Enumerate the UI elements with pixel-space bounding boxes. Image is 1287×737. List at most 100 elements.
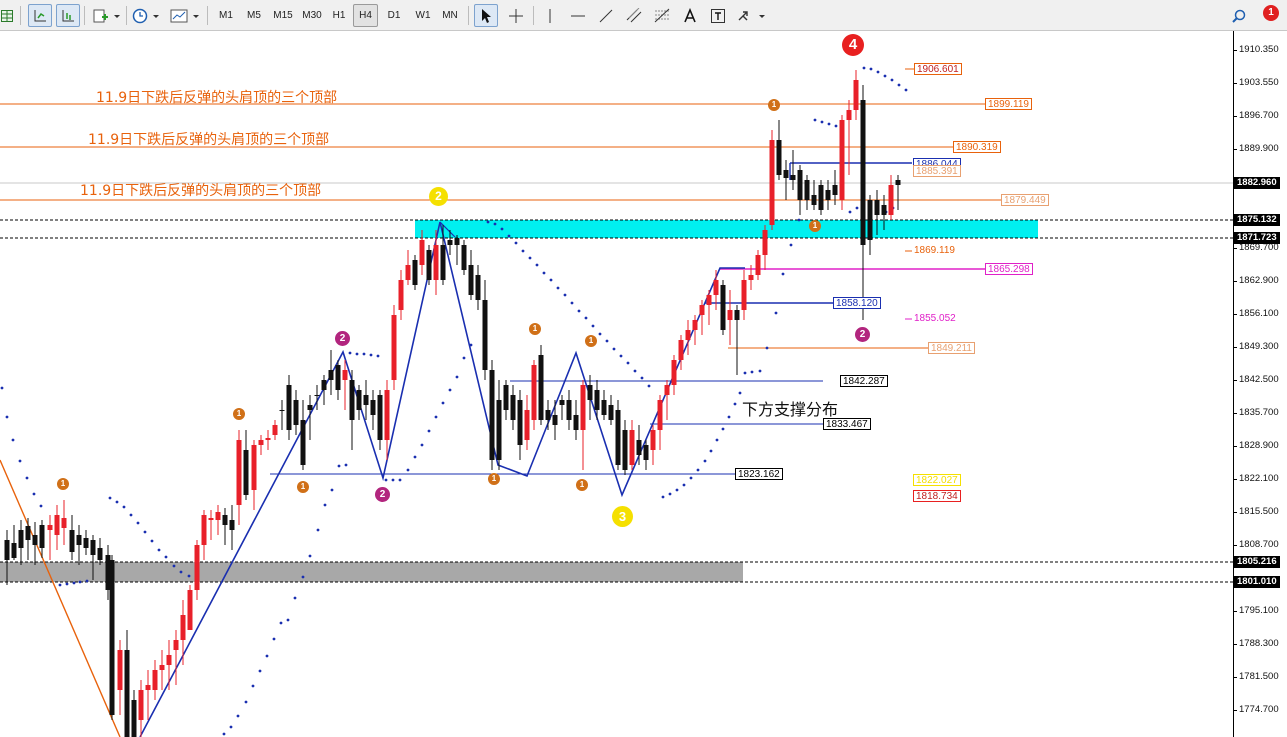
timeframe-m30-button[interactable]: M30 [298,4,326,27]
candle-body [713,280,719,295]
candle-body [573,415,579,430]
candle-body [587,385,593,400]
candle-body [545,410,551,420]
price-label-1823[interactable]: 1823.162 [735,468,783,480]
price-label-1858[interactable]: 1858.120 [833,297,881,309]
candle-body [293,400,299,425]
candle-body [272,425,278,435]
candle-body [405,265,411,280]
candle-body [447,240,453,245]
candle-body [566,400,572,420]
price-chart[interactable]: 11.9日下跌后反弹的头肩顶的三个顶部 11.9日下跌后反弹的头肩顶的三个顶部 … [0,31,1287,737]
fibonacci-icon[interactable] [650,4,674,27]
hs-top-label-3: 11.9日下跌后反弹的头肩顶的三个顶部 [80,183,322,199]
price-label-1865[interactable]: 1865.298 [985,263,1033,275]
candle-body [109,560,115,715]
autoscroll-icon[interactable] [56,4,80,27]
equidistant-channel-icon[interactable] [622,4,646,27]
templates-icon[interactable] [168,4,202,27]
candle-body [335,365,341,390]
timeframe-m15-button[interactable]: M15 [269,4,297,27]
price-label-1869[interactable]: 1869.119 [912,245,957,257]
price-label-1822[interactable]: 1822.027 [913,474,961,486]
text-tool-icon[interactable] [678,4,702,27]
candle-body [328,370,334,380]
price-axis-tick: 1795.100 [1239,605,1279,616]
cursor-arrow-icon[interactable] [474,4,498,27]
timeframe-d1-button[interactable]: D1 [382,4,406,27]
price-label-1899[interactable]: 1899.119 [985,98,1032,110]
candle-body [398,280,404,310]
candle-body [503,385,509,410]
candle-body [32,535,38,545]
candle-body [307,405,313,410]
timeframe-h1-button[interactable]: H1 [327,4,351,27]
vertical-line-icon[interactable] [538,4,562,27]
price-label-1842[interactable]: 1842.287 [840,375,888,387]
crosshair-icon[interactable] [504,4,528,27]
candle-body [741,280,747,310]
price-axis-tick: 1781.500 [1239,671,1279,682]
candle-body [54,515,60,535]
candle-body [412,260,418,285]
candle-body [615,410,621,465]
price-label-1818[interactable]: 1818.734 [913,490,961,502]
candle-body [818,185,824,210]
arrows-icon[interactable] [734,4,768,27]
candle-body [496,400,502,460]
price-axis-tick-mark [1233,545,1237,546]
horizontal-line-icon[interactable] [566,4,590,27]
wave-marker-purple-2: 2 [335,331,350,346]
trendline-icon[interactable] [594,4,618,27]
candle-body [825,190,831,200]
price-label-1855[interactable]: 1855.052 [912,313,958,325]
search-icon[interactable] [1228,4,1250,27]
notifications-badge[interactable]: 1 [1263,5,1279,21]
price-label-1849[interactable]: 1849.211 [928,342,975,354]
price-axis-tick-mark [1233,611,1237,612]
timeframe-h4-button[interactable]: H4 [353,4,378,27]
candle-body [643,445,649,460]
timeframe-m1-button[interactable]: M1 [213,4,239,27]
candle-body [454,238,460,245]
candle-body [790,175,796,180]
price-label-1879[interactable]: 1879.449 [1001,194,1049,206]
candle-body [846,110,852,120]
price-label-1885[interactable]: 1885.391 [913,165,961,177]
candle-body [426,250,432,280]
candle-body [300,420,306,465]
current-price-label: 1882.960 [1234,177,1280,189]
layout-grid-icon[interactable] [0,4,14,27]
chart-shift-icon[interactable] [28,4,52,27]
price-axis-tick: 1896.700 [1239,110,1279,121]
candle-body [159,665,165,670]
timeframe-m5-button[interactable]: M5 [241,4,267,27]
axis-highlight-1801: 1801.010 [1234,576,1280,588]
price-axis-tick: 1835.700 [1239,407,1279,418]
price-label-1890[interactable]: 1890.319 [953,141,1001,153]
candle-body [251,445,257,490]
candle-body [853,80,859,110]
candle-body [622,430,628,470]
price-label-1906[interactable]: 1906.601 [914,63,962,75]
candle-body [510,395,516,420]
timeframe-w1-button[interactable]: W1 [410,4,436,27]
timeframe-mn-button[interactable]: MN [437,4,463,27]
add-indicator-icon[interactable] [90,4,122,27]
wave-marker-orange-1: 1 [576,479,588,491]
candle-body [881,205,887,215]
periods-clock-icon[interactable] [130,4,162,27]
wave-marker-orange-1: 1 [488,473,500,485]
wave-marker-orange-1: 1 [233,408,245,420]
price-axis-tick: 1808.700 [1239,539,1279,550]
candle-body [97,548,103,560]
candle-body [11,543,17,558]
candle-body [559,400,565,405]
wave-marker-yellow-3: 3 [612,506,633,527]
price-axis-tick-mark [1233,347,1237,348]
price-label-1833[interactable]: 1833.467 [823,418,871,430]
wave-marker-orange-1: 1 [585,335,597,347]
price-axis-tick: 1788.300 [1239,638,1279,649]
price-axis-tick-mark [1233,479,1237,480]
text-label-icon[interactable] [706,4,730,27]
